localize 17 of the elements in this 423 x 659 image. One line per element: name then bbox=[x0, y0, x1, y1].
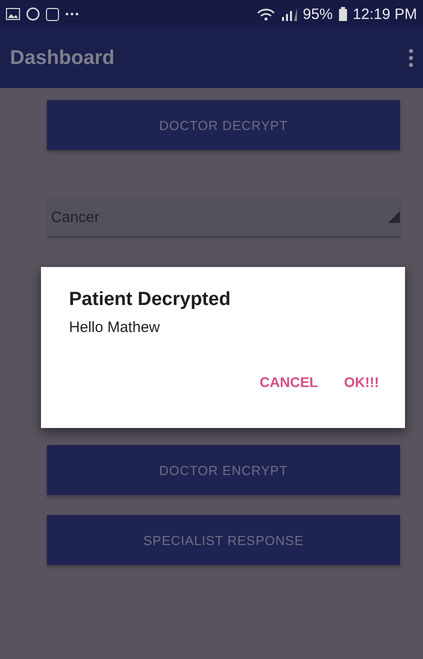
overflow-menu-icon[interactable] bbox=[409, 49, 413, 67]
dialog-title: Patient Decrypted bbox=[69, 289, 231, 311]
action-button[interactable]: SPECIALIST RESPONSE bbox=[47, 515, 400, 565]
app-title: Dashboard bbox=[10, 46, 114, 70]
action-button[interactable]: DOCTOR DECRYPT bbox=[47, 100, 400, 150]
dropdown-triangle-icon bbox=[388, 211, 400, 223]
signal-icon bbox=[280, 8, 297, 20]
dialog-action[interactable]: OK!!! bbox=[342, 370, 381, 394]
clock: 12:19 PM bbox=[352, 6, 417, 22]
wifi-icon bbox=[256, 8, 275, 20]
picture-notification-icon bbox=[6, 8, 20, 20]
action-button[interactable]: DOCTOR ENCRYPT bbox=[47, 445, 400, 495]
dialog-message: Hello Mathew bbox=[69, 319, 160, 336]
battery-icon bbox=[338, 7, 347, 21]
battery-level: 95% bbox=[302, 6, 333, 22]
more-notifications-icon bbox=[65, 12, 79, 16]
dialog-action[interactable]: CANCEL bbox=[258, 370, 320, 394]
